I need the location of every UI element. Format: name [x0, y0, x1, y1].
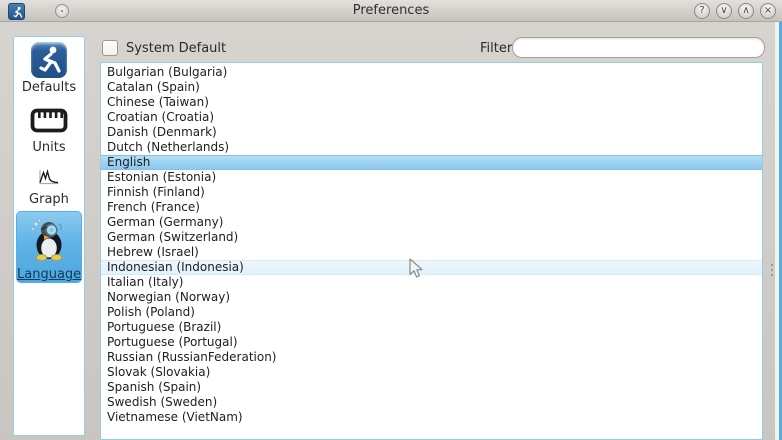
list-item[interactable]: German (Switzerland): [101, 230, 762, 245]
list-item[interactable]: Catalan (Spain): [101, 80, 762, 95]
minimize-button[interactable]: ∨: [716, 3, 732, 19]
list-item[interactable]: Portuguese (Brazil): [101, 320, 762, 335]
list-item[interactable]: Norwegian (Norway): [101, 290, 762, 305]
list-item[interactable]: Indonesian (Indonesia): [101, 260, 762, 275]
list-item[interactable]: Estonian (Estonia): [101, 170, 762, 185]
list-item[interactable]: German (Germany): [101, 215, 762, 230]
tux-icon: [17, 217, 81, 265]
sidebar-item-label: Language: [17, 267, 81, 282]
sidebar-item-label: Units: [14, 140, 84, 155]
list-item[interactable]: Danish (Denmark): [101, 125, 762, 140]
filter-label: Filter: [480, 41, 512, 56]
graph-icon: [14, 169, 84, 190]
sidebar-item-defaults[interactable]: Defaults: [14, 37, 84, 95]
list-item[interactable]: Polish (Poland): [101, 305, 762, 320]
diver-icon: [31, 42, 67, 78]
sidebar-item-language[interactable]: Language: [16, 211, 82, 283]
help-button[interactable]: ?: [694, 3, 710, 19]
preferences-window: Preferences ? ∨ ∧ × Defaults: [0, 0, 782, 440]
list-item[interactable]: Portuguese (Portugal): [101, 335, 762, 350]
list-item[interactable]: Finnish (Finland): [101, 185, 762, 200]
list-item[interactable]: Hebrew (Israel): [101, 245, 762, 260]
system-default-checkbox[interactable]: [102, 40, 118, 56]
sidebar-item-units[interactable]: Units: [14, 95, 84, 155]
maximize-button[interactable]: ∧: [738, 3, 754, 19]
sidebar-item-label: Graph: [14, 192, 84, 207]
window-title: Preferences: [0, 3, 782, 18]
filter-input[interactable]: [512, 37, 765, 58]
list-item[interactable]: Vietnamese (VietNam): [101, 410, 762, 425]
list-item[interactable]: Spanish (Spain): [101, 380, 762, 395]
ruler-icon: [14, 108, 84, 138]
system-default-label: System Default: [126, 41, 226, 56]
splitter-grip[interactable]: [770, 261, 774, 279]
sidebar-item-graph[interactable]: Graph: [14, 155, 84, 207]
list-item[interactable]: Bulgarian (Bulgaria): [101, 65, 762, 80]
list-item[interactable]: Swedish (Sweden): [101, 395, 762, 410]
language-list[interactable]: Bulgarian (Bulgaria)Catalan (Spain)Chine…: [100, 62, 763, 440]
list-item[interactable]: Dutch (Netherlands): [101, 140, 762, 155]
list-item[interactable]: Russian (RussianFederation): [101, 350, 762, 365]
list-item[interactable]: Chinese (Taiwan): [101, 95, 762, 110]
list-item[interactable]: Italian (Italy): [101, 275, 762, 290]
list-item[interactable]: French (France): [101, 200, 762, 215]
list-item[interactable]: English: [101, 155, 762, 170]
list-item[interactable]: Slovak (Slovakia): [101, 365, 762, 380]
sidebar-item-label: Defaults: [14, 80, 84, 95]
close-button[interactable]: ×: [760, 3, 776, 19]
titlebar[interactable]: Preferences ? ∨ ∧ ×: [0, 0, 782, 22]
sidebar: Defaults Units: [13, 36, 85, 436]
list-item[interactable]: Croatian (Croatia): [101, 110, 762, 125]
